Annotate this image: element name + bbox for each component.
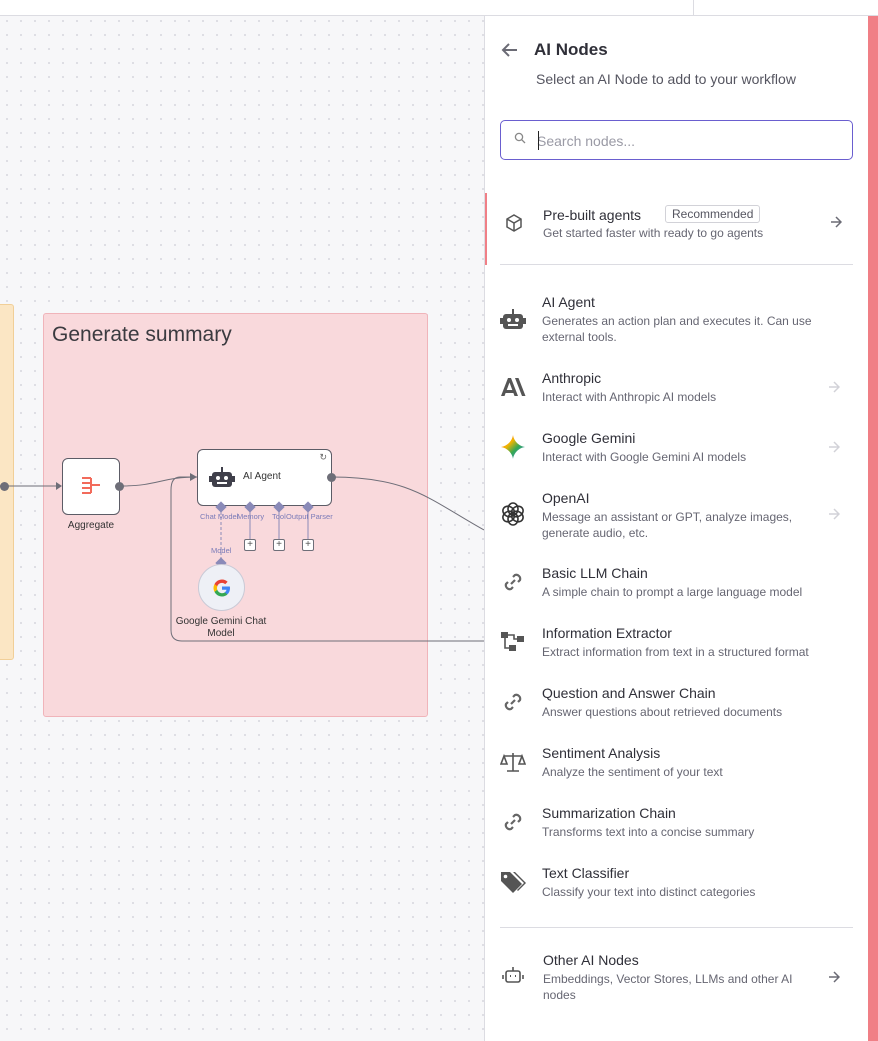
extractor-icon [499,628,527,656]
node-item-desc: Embeddings, Vector Stores, LLMs and othe… [543,972,793,1002]
divider [500,927,853,928]
recommended-badge: Recommended [665,205,761,223]
node-item-title: Question and Answer Chain [542,685,716,701]
chat-model-port-label: Chat Model [200,512,239,521]
link-icon [499,688,527,716]
arrow-right-icon [828,970,841,986]
node-item-other-ai-nodes[interactable]: Other AI Nodes Embeddings, Vector Stores… [485,952,869,1006]
panel-title: AI Nodes [534,40,608,59]
node-item-desc: Transforms text into a concise summary [542,825,755,839]
panel-edge-strip [868,0,878,1041]
balance-scale-icon [499,748,527,776]
group-title: Generate summary [52,323,232,346]
aggregate-output-port[interactable] [115,482,124,491]
ai-agent-label: AI Agent [243,471,281,482]
tags-icon [499,868,527,896]
left-node-output-port[interactable] [0,482,9,491]
node-item-desc: Interact with Anthropic AI models [542,390,717,404]
anthropic-icon [499,373,527,401]
top-bar-divider [693,0,694,15]
node-item-title: Basic LLM Chain [542,565,648,581]
node-item-desc: Answer questions about retrieved documen… [542,705,783,719]
node-item-title: OpenAI [542,490,590,506]
prebuilt-agents-item[interactable]: Pre-built agents Recommended Get started… [485,193,869,265]
arrow-right-icon [830,215,843,233]
robot-outline-icon [499,962,527,990]
node-item-information-extractor[interactable]: Information Extractor Extract informatio… [485,625,869,665]
node-item-desc: Interact with Google Gemini AI models [542,450,747,464]
node-item-google-gemini[interactable]: Google Gemini Interact with Google Gemin… [485,430,869,470]
node-item-desc: Extract information from text in a struc… [542,645,809,659]
node-item-title: Text Classifier [542,865,630,881]
arrow-right-icon [828,440,841,456]
node-item-desc: Generates an action plan and executes it… [542,314,812,344]
node-item-text-classifier[interactable]: Text Classifier Classify your text into … [485,865,869,905]
node-item-title: Other AI Nodes [543,952,639,968]
ai-agent-output-port[interactable] [327,473,336,482]
ai-nodes-panel: AI Nodes Select an AI Node to add to you… [484,16,868,1041]
text-caret [538,131,539,150]
node-item-title: AI Agent [542,294,595,310]
aggregate-icon [82,477,100,494]
box-icon [504,213,524,238]
aggregate-label: Aggregate [67,520,115,531]
node-item-title: Summarization Chain [542,805,676,821]
node-item-anthropic[interactable]: Anthropic Interact with Anthropic AI mod… [485,370,869,410]
node-item-summarization-chain[interactable]: Summarization Chain Transforms text into… [485,805,869,845]
node-item-title: Google Gemini [542,430,636,446]
node-item-sentiment-analysis[interactable]: Sentiment Analysis Analyze the sentiment… [485,745,869,785]
add-output-parser-button[interactable]: + [302,539,314,551]
search-input[interactable] [537,130,837,152]
search-box[interactable] [500,120,853,160]
prebuilt-desc: Get started faster with ready to go agen… [543,226,764,240]
prebuilt-title: Pre-built agents [543,207,642,223]
model-label: Model [211,546,232,555]
gemini-chat-model-node[interactable] [198,564,245,611]
node-item-qa-chain[interactable]: Question and Answer Chain Answer questio… [485,685,869,725]
panel-subtitle: Select an AI Node to add to your workflo… [536,71,796,87]
node-item-desc: Analyze the sentiment of your text [542,765,723,779]
memory-port-label: Memory [237,512,265,521]
arrow-right-icon [828,507,841,523]
aggregate-node[interactable] [62,458,120,515]
gemini-chat-model-label: Google Gemini Chat Model [175,616,267,639]
tool-port-label: Tool [272,512,286,521]
robot-icon [209,467,235,487]
output-parser-port-label: Output Parser [286,512,333,521]
top-bar [0,0,878,16]
node-item-title: Anthropic [542,370,602,386]
link-icon [499,568,527,596]
arrow-right-icon [828,380,841,396]
back-arrow-icon[interactable] [501,42,521,60]
node-item-desc: Classify your text into distinct categor… [542,885,756,899]
ai-agent-node[interactable]: AI Agent ↻ [197,449,332,506]
add-memory-button[interactable]: + [244,539,256,551]
node-item-openai[interactable]: OpenAI Message an assistant or GPT, anal… [485,490,869,544]
node-item-title: Sentiment Analysis [542,745,661,761]
refresh-icon: ↻ [319,452,327,462]
search-icon [514,132,526,147]
workflow-canvas[interactable]: Generate summary Aggregate AI Agent ↻ Ch… [0,0,484,1041]
divider [500,264,853,265]
openai-icon [499,500,527,528]
node-item-ai-agent[interactable]: AI Agent Generates an action plan and ex… [485,294,869,348]
link-icon [499,808,527,836]
node-item-desc: Message an assistant or GPT, analyze ima… [542,510,793,540]
google-g-icon [213,579,230,597]
add-tool-button[interactable]: + [273,539,285,551]
node-item-desc: A simple chain to prompt a large languag… [542,585,803,599]
gemini-icon [499,433,527,461]
node-item-title: Information Extractor [542,625,672,641]
robot-icon [499,306,527,334]
node-item-basic-llm-chain[interactable]: Basic LLM Chain A simple chain to prompt… [485,565,869,605]
